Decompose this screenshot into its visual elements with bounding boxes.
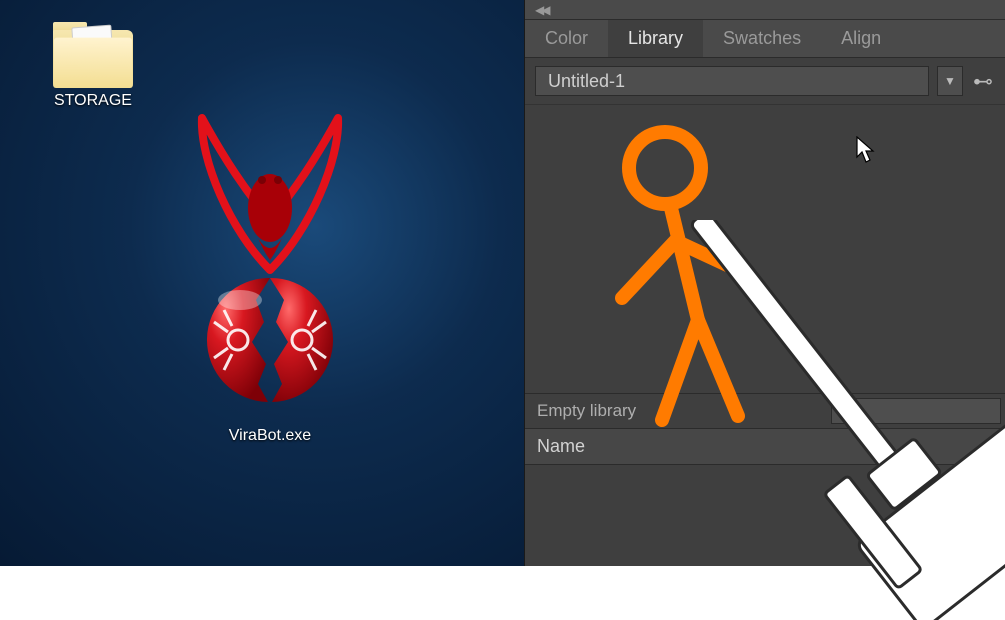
virabot-label: ViraBot.exe xyxy=(170,427,370,445)
search-icon: 🔍 xyxy=(840,403,857,420)
document-select[interactable]: Untitled-1 xyxy=(535,66,929,96)
chevron-down-icon: ▼ xyxy=(944,74,956,88)
library-preview xyxy=(525,105,1005,393)
library-status-text: Empty library xyxy=(525,401,831,421)
pin-button[interactable]: ⊷ xyxy=(971,66,995,96)
library-status-row: Empty library 🔍 xyxy=(525,393,1005,429)
tab-align[interactable]: Align xyxy=(821,20,901,57)
folder-label: STORAGE xyxy=(38,92,148,110)
tab-swatches[interactable]: Swatches xyxy=(703,20,821,57)
desktop: STORAGE xyxy=(0,0,524,566)
pin-icon: ⊷ xyxy=(973,69,993,94)
document-name: Untitled-1 xyxy=(548,71,625,92)
desktop-folder-storage[interactable]: STORAGE xyxy=(38,22,148,110)
folder-icon xyxy=(53,22,133,86)
panel-collapse-bar[interactable]: ◀◀ xyxy=(525,0,1005,20)
document-dropdown-button[interactable]: ▼ xyxy=(937,66,963,96)
library-column-header[interactable]: Name xyxy=(525,429,1005,465)
library-panel: ◀◀ Color Library Swatches Align Untitled… xyxy=(524,0,1005,566)
column-name-label: Name xyxy=(537,436,585,457)
collapse-icon: ◀◀ xyxy=(535,3,547,17)
virabot-icon xyxy=(170,110,370,420)
tab-color[interactable]: Color xyxy=(525,20,608,57)
library-search-input[interactable]: 🔍 xyxy=(831,398,1001,424)
panel-tabs: Color Library Swatches Align xyxy=(525,20,1005,58)
desktop-icon-virabot[interactable]: ViraBot.exe xyxy=(170,110,370,445)
document-selector-row: Untitled-1 ▼ ⊷ xyxy=(525,58,1005,105)
tab-library[interactable]: Library xyxy=(608,20,703,57)
